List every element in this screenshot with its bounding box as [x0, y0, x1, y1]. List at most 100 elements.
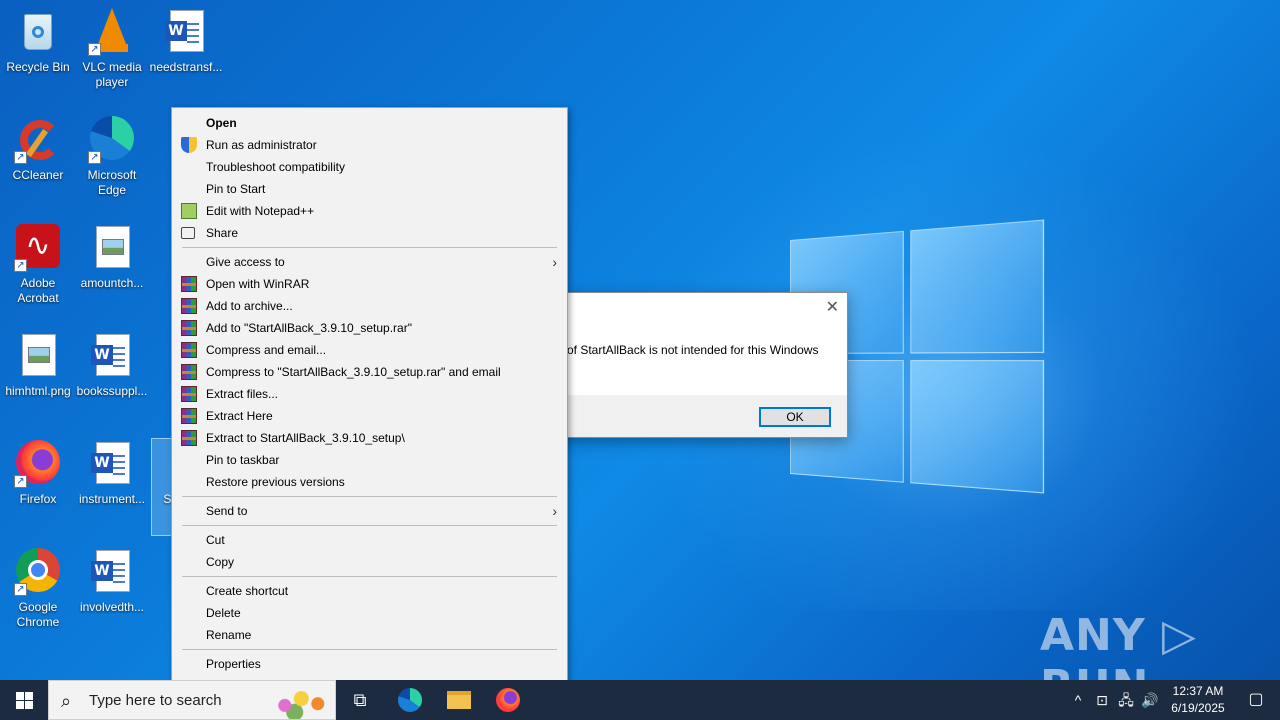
menu-separator — [182, 576, 557, 577]
menu-item-restore-previous-versions[interactable]: Restore previous versions — [172, 471, 567, 493]
network-tray-button[interactable]: 🖧 — [1116, 680, 1136, 720]
word-document-icon: W — [162, 8, 210, 56]
menu-item-rename[interactable]: Rename — [172, 624, 567, 646]
desktop-icon-amountch[interactable]: amountch... — [74, 224, 150, 291]
menu-item-label: Pin to Start — [206, 182, 266, 196]
clock-time: 12:37 AM — [1172, 684, 1224, 698]
menu-item-open-with-winrar[interactable]: Open with WinRAR — [172, 273, 567, 295]
dialog-message: of StartAllBack is not intended for this… — [567, 343, 819, 357]
desktop-icon-microsoft-edge[interactable]: ↗ Microsoft Edge — [74, 116, 150, 198]
taskbar-search-box[interactable]: ⌕ Type here to search — [48, 680, 336, 720]
desktop-icon-label: Recycle Bin — [6, 60, 70, 74]
menu-item-delete[interactable]: Delete — [172, 602, 567, 624]
menu-item-troubleshoot-compatibility[interactable]: Troubleshoot compatibility — [172, 156, 567, 178]
chrome-icon: ↗ — [14, 548, 62, 596]
ok-button[interactable]: OK — [759, 407, 831, 427]
notepadpp-icon — [181, 203, 197, 219]
desktop-icon-bookssuppl[interactable]: W bookssuppl... — [74, 332, 150, 399]
recycle-bin-icon — [14, 8, 62, 56]
close-icon[interactable]: ✕ — [826, 297, 839, 317]
desktop-icon-label: bookssuppl... — [76, 384, 148, 398]
menu-item-label: Add to "StartAllBack_3.9.10_setup.rar" — [206, 321, 412, 335]
menu-item-label: Extract to StartAllBack_3.9.10_setup\ — [206, 431, 405, 445]
desktop-icon-label: Firefox — [19, 492, 57, 506]
desktop-icon-adobe-acrobat[interactable]: ∿ ↗ Adobe Acrobat — [0, 224, 76, 306]
menu-item-open[interactable]: Open — [172, 112, 567, 134]
firefox-icon — [496, 688, 520, 712]
desktop-icon-label: involvedth... — [79, 600, 145, 614]
desktop-icon-ccleaner[interactable]: ↗ CCleaner — [0, 116, 76, 183]
taskbar-edge-button[interactable] — [386, 680, 434, 720]
chevron-up-icon: ^ — [1074, 692, 1082, 708]
desktop-icon-vlc[interactable]: ↗ VLC media player — [74, 8, 150, 90]
desktop-icon-himhtml[interactable]: himhtml.png — [0, 332, 76, 399]
menu-item-properties[interactable]: Properties — [172, 653, 567, 675]
menu-item-compress-to-rar-and-email[interactable]: Compress to "StartAllBack_3.9.10_setup.r… — [172, 361, 567, 383]
start-button[interactable] — [0, 680, 48, 720]
volume-tray-button[interactable]: 🔊 — [1140, 680, 1160, 720]
desktop: Recycle Bin ↗ CCleaner ∿ ↗ Adobe Acrobat… — [0, 0, 1280, 680]
menu-item-extract-files[interactable]: Extract files... — [172, 383, 567, 405]
app-tray-icon: ⊡ — [1096, 692, 1108, 708]
menu-separator — [182, 496, 557, 497]
search-icon: ⌕ — [61, 691, 72, 711]
menu-item-label: Restore previous versions — [206, 475, 345, 489]
taskbar-firefox-button[interactable] — [484, 680, 532, 720]
tray-app-icon[interactable]: ⊡ — [1092, 680, 1112, 720]
winrar-icon — [181, 298, 197, 314]
menu-item-copy[interactable]: Copy — [172, 551, 567, 573]
menu-item-add-to-archive[interactable]: Add to archive... — [172, 295, 567, 317]
action-center-button[interactable]: ▢ — [1236, 680, 1276, 720]
menu-item-cut[interactable]: Cut — [172, 529, 567, 551]
menu-item-edit-with-notepadpp[interactable]: Edit with Notepad++ — [172, 200, 567, 222]
menu-item-create-shortcut[interactable]: Create shortcut — [172, 580, 567, 602]
desktop-icon-recycle-bin[interactable]: Recycle Bin — [0, 8, 76, 75]
menu-item-compress-and-email[interactable]: Compress and email... — [172, 339, 567, 361]
desktop-icon-google-chrome[interactable]: ↗ Google Chrome — [0, 548, 76, 630]
desktop-icon-firefox[interactable]: ↗ Firefox — [0, 440, 76, 507]
winrar-icon — [181, 342, 197, 358]
taskbar-clock[interactable]: 12:37 AM 6/19/2025 — [1160, 683, 1236, 717]
show-hidden-icons-button[interactable]: ^ — [1068, 680, 1088, 720]
menu-item-extract-here[interactable]: Extract Here — [172, 405, 567, 427]
menu-item-label: Add to archive... — [206, 299, 293, 313]
menu-item-add-to-rar[interactable]: Add to "StartAllBack_3.9.10_setup.rar" — [172, 317, 567, 339]
taskbar: ⌕ Type here to search ⧉ ^ ⊡ 🖧 🔊 12:37 AM… — [0, 680, 1280, 720]
winrar-icon — [181, 276, 197, 292]
menu-item-send-to[interactable]: Send to › — [172, 500, 567, 522]
menu-item-run-as-administrator[interactable]: Run as administrator — [172, 134, 567, 156]
desktop-icon-involvedth[interactable]: W involvedth... — [74, 548, 150, 615]
taskbar-file-explorer-button[interactable] — [435, 680, 483, 720]
word-document-icon: W — [88, 332, 136, 380]
menu-item-give-access-to[interactable]: Give access to › — [172, 251, 567, 273]
menu-item-extract-to-folder[interactable]: Extract to StartAllBack_3.9.10_setup\ — [172, 427, 567, 449]
word-document-icon: W — [88, 440, 136, 488]
menu-item-label: Compress to "StartAllBack_3.9.10_setup.r… — [206, 365, 501, 379]
menu-item-label: Create shortcut — [206, 584, 289, 598]
submenu-arrow-icon: › — [552, 503, 557, 519]
winrar-icon — [181, 386, 197, 402]
edge-icon — [398, 688, 422, 712]
task-view-button[interactable]: ⧉ — [336, 680, 384, 720]
desktop-icon-label: Google Chrome — [16, 600, 60, 629]
menu-item-label: Extract Here — [206, 409, 273, 423]
menu-item-label: Give access to — [206, 255, 285, 269]
shortcut-arrow-icon: ↗ — [14, 475, 27, 488]
menu-separator — [182, 525, 557, 526]
firefox-icon: ↗ — [14, 440, 62, 488]
desktop-icon-needstransf[interactable]: W needstransf... — [148, 8, 224, 75]
desktop-icon-label: Adobe Acrobat — [17, 276, 59, 305]
menu-separator — [182, 247, 557, 248]
winrar-icon — [181, 320, 197, 336]
startallback-error-dialog: ✕ of StartAllBack is not intended for th… — [560, 292, 848, 438]
desktop-icon-instrument[interactable]: W instrument... — [74, 440, 150, 507]
menu-item-label: Pin to taskbar — [206, 453, 280, 467]
menu-item-label: Share — [206, 226, 239, 240]
network-icon: 🖧 — [1118, 692, 1134, 708]
ccleaner-icon: ↗ — [14, 116, 62, 164]
menu-item-share[interactable]: Share — [172, 222, 567, 244]
menu-item-label: Compress and email... — [206, 343, 327, 357]
task-view-icon: ⧉ — [353, 690, 367, 710]
menu-item-pin-to-start[interactable]: Pin to Start — [172, 178, 567, 200]
menu-item-pin-to-taskbar[interactable]: Pin to taskbar — [172, 449, 567, 471]
